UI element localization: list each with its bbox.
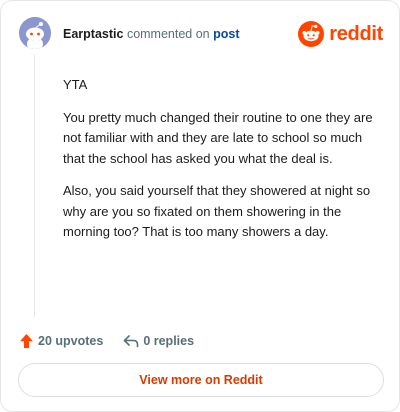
post-link[interactable]: post [213,27,239,41]
upvote-button[interactable]: 20 upvotes [19,333,103,349]
view-more-button[interactable]: View more on Reddit [18,363,384,397]
comment-paragraph: Also, you said yourself that they shower… [63,183,371,239]
comment-actions: 20 upvotes 0 replies [19,331,194,351]
reply-arrow-icon [124,335,139,348]
upvote-arrow-icon [20,334,33,348]
reddit-comment-embed: Earptastic commented on post reddit YTA … [0,0,400,412]
reddit-snoo-icon [298,21,325,47]
thread-line[interactable] [34,55,35,317]
comment-meta: Earptastic commented on post [63,27,240,41]
comment-verb: commented on [126,27,210,41]
author-name[interactable]: Earptastic [63,27,123,41]
comment-paragraph: YTA [63,77,88,92]
reply-button[interactable]: 0 replies [123,334,194,348]
comment-paragraph: You pretty much changed their routine to… [63,109,373,166]
avatar[interactable] [19,17,51,49]
reply-count: 0 replies [143,334,195,348]
comment-header: Earptastic commented on post reddit [19,17,383,53]
reddit-logo[interactable]: reddit [298,21,383,47]
comment-body: YTA You pretty much changed their routin… [63,75,373,255]
snoo-avatar-icon [19,17,51,49]
upvote-count: 20 upvotes [38,334,104,348]
reddit-wordmark: reddit [329,22,383,45]
